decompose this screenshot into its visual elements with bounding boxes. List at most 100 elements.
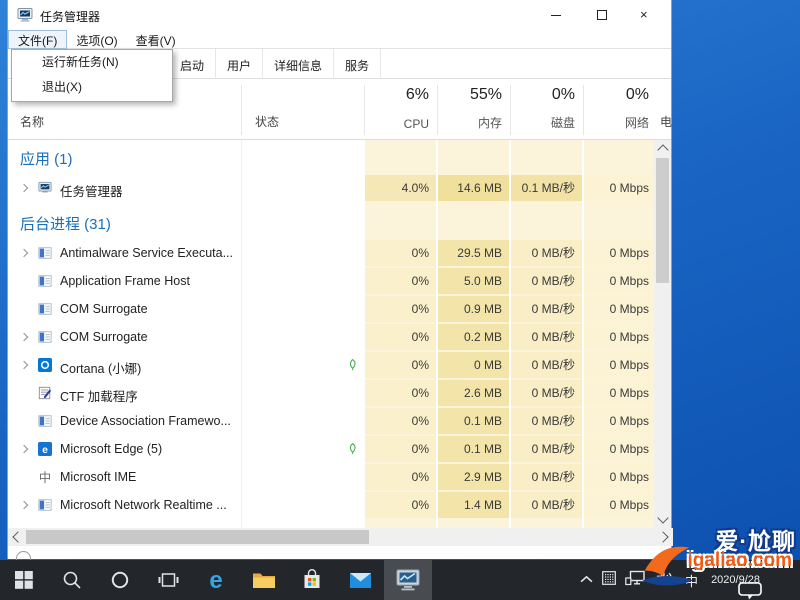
network-value: 0 Mbps	[584, 296, 656, 322]
start-button[interactable]	[0, 560, 48, 600]
edge-taskbar-button[interactable]: e	[192, 560, 240, 600]
process-icon	[38, 302, 52, 316]
vertical-scroll-thumb[interactable]	[656, 158, 669, 283]
titlebar[interactable]: 任务管理器 ×	[8, 0, 671, 30]
disk-value: 0.1 MB/秒	[511, 175, 582, 201]
menu-options[interactable]: 选项(O)	[67, 30, 126, 49]
cpu-label: CPU	[403, 117, 429, 131]
process-icon	[38, 274, 52, 288]
vertical-scrollbar[interactable]	[654, 140, 671, 528]
task-manager-window: 任务管理器 × 文件(F) 选项(O) 查看(V) 启动 用户 详细信息 服务 …	[7, 0, 673, 566]
taskbar-clock[interactable]: 2020/9/28	[707, 574, 760, 587]
memory-value: 2.9 MB	[438, 464, 509, 490]
scroll-up-button[interactable]	[654, 140, 671, 157]
process-icon	[38, 386, 52, 400]
search-icon	[63, 571, 81, 589]
disk-value: 0 MB/秒	[511, 324, 582, 350]
tab-services[interactable]: 服务	[334, 49, 382, 79]
menu-item-run-new-task[interactable]: 运行新任务(N)	[12, 50, 172, 75]
tray-expand-button[interactable]	[580, 571, 593, 589]
cpu-value: 0%	[365, 464, 436, 490]
column-header-network[interactable]: 0% 网络	[584, 79, 656, 140]
scroll-right-button[interactable]	[656, 528, 673, 546]
tab-details[interactable]: 详细信息	[263, 49, 335, 79]
disk-value: 0 MB/秒	[511, 268, 582, 294]
expand-chevron-icon[interactable]	[19, 183, 29, 193]
process-row[interactable]: Antimalware Service Executa... 0% 29.5 M…	[8, 239, 656, 267]
process-icon	[38, 498, 52, 512]
column-header-status[interactable]: 状态	[255, 113, 279, 130]
process-row[interactable]: COM Surrogate 0% 0.9 MB 0 MB/秒 0 Mbps	[8, 295, 656, 323]
task-manager-taskbar-button[interactable]	[384, 560, 432, 600]
network-value: 0 Mbps	[584, 175, 656, 201]
task-manager-app-icon	[17, 7, 33, 23]
network-value: 0 Mbps	[584, 352, 656, 378]
process-icon	[38, 246, 52, 260]
cortana-button[interactable]	[96, 560, 144, 600]
group-header[interactable]: 应用 (1)	[8, 140, 656, 174]
memory-total-percent: 55%	[469, 86, 502, 103]
process-row[interactable]: Device Association Framewo... 0% 0.1 MB …	[8, 407, 656, 435]
process-row[interactable]: 中 Microsoft IME 0% 2.9 MB 0 MB/秒 0 Mbps	[8, 463, 656, 491]
network-value: 0 Mbps	[584, 492, 656, 518]
process-row[interactable]: 任务管理器 4.0% 14.6 MB 0.1 MB/秒 0 Mbps	[8, 174, 656, 202]
expand-chevron-icon[interactable]	[19, 360, 29, 370]
expand-chevron-icon[interactable]	[19, 500, 29, 510]
process-row[interactable]: CTF 加载程序 0% 2.6 MB 0 MB/秒 0 Mbps	[8, 379, 656, 407]
scroll-left-button[interactable]	[8, 528, 25, 546]
process-name: COM Surrogate	[60, 302, 148, 316]
column-header-cpu[interactable]: 6% CPU	[365, 79, 436, 140]
column-header-memory[interactable]: 55% 内存	[438, 79, 509, 140]
process-row[interactable]: e Microsoft Edge (5) 0% 0.1 MB 0 MB/秒 0 …	[8, 435, 656, 463]
horizontal-scroll-thumb[interactable]	[26, 530, 369, 544]
scroll-left-icon	[12, 531, 24, 543]
tab-users[interactable]: 用户	[216, 49, 264, 79]
minimize-button[interactable]	[533, 0, 579, 30]
menu-file[interactable]: 文件(F)	[8, 30, 68, 49]
column-header-name[interactable]: 名称	[20, 113, 44, 130]
process-row[interactable]: Application Frame Host 0% 5.0 MB 0 MB/秒 …	[8, 267, 656, 295]
tray-taskmgr-meter[interactable]	[602, 570, 616, 590]
tray-volume-button[interactable]	[655, 570, 676, 591]
store-button[interactable]	[288, 560, 336, 600]
mail-envelope-icon	[349, 572, 371, 588]
menu-bar: 文件(F) 选项(O) 查看(V)	[8, 30, 671, 49]
memory-value: 1.4 MB	[438, 492, 509, 518]
search-button[interactable]	[48, 560, 96, 600]
tab-startup[interactable]: 启动	[168, 49, 217, 79]
network-total-percent: 0%	[625, 86, 649, 103]
file-explorer-button[interactable]	[240, 560, 288, 600]
cpu-value: 0%	[365, 352, 436, 378]
close-button[interactable]: ×	[625, 0, 671, 30]
process-row[interactable]: COM Surrogate 0% 0.2 MB 0 MB/秒 0 Mbps	[8, 323, 656, 351]
maximize-button[interactable]	[579, 0, 625, 30]
ime-indicator[interactable]: 中	[685, 571, 698, 590]
column-header-power-clipped[interactable]: 电	[660, 113, 672, 130]
expand-chevron-icon[interactable]	[19, 248, 29, 258]
group-header[interactable]: 后台进程 (31)	[8, 202, 656, 239]
file-menu-dropdown: 运行新任务(N) 退出(X)	[11, 49, 173, 102]
network-ethernet-icon	[625, 570, 645, 585]
expand-chevron-icon[interactable]	[19, 444, 29, 454]
network-value: 0 Mbps	[584, 408, 656, 434]
cpu-value: 0%	[365, 240, 436, 266]
suspended-leaf-icon	[346, 358, 359, 372]
expand-chevron-icon[interactable]	[19, 332, 29, 342]
network-value: 0 Mbps	[584, 324, 656, 350]
horizontal-scrollbar[interactable]	[8, 528, 673, 546]
column-header-disk[interactable]: 0% 磁盘	[511, 79, 582, 140]
cpu-value: 0%	[365, 324, 436, 350]
menu-view[interactable]: 查看(V)	[127, 30, 185, 49]
process-row[interactable]: Microsoft Network Realtime ... 0% 1.4 MB…	[8, 491, 656, 519]
tray-network-button[interactable]	[625, 570, 646, 591]
process-name: COM Surrogate	[60, 330, 148, 344]
menu-item-exit[interactable]: 退出(X)	[12, 75, 172, 100]
disk-value: 0 MB/秒	[511, 352, 582, 378]
scroll-down-button[interactable]	[654, 511, 671, 528]
chevron-up-icon	[580, 575, 593, 583]
task-view-button[interactable]	[144, 560, 192, 600]
memory-value: 0.2 MB	[438, 324, 509, 350]
scroll-down-icon	[657, 512, 669, 524]
process-row[interactable]: Cortana (小娜) 0% 0 MB 0 MB/秒 0 Mbps	[8, 351, 656, 379]
mail-button[interactable]	[336, 560, 384, 600]
